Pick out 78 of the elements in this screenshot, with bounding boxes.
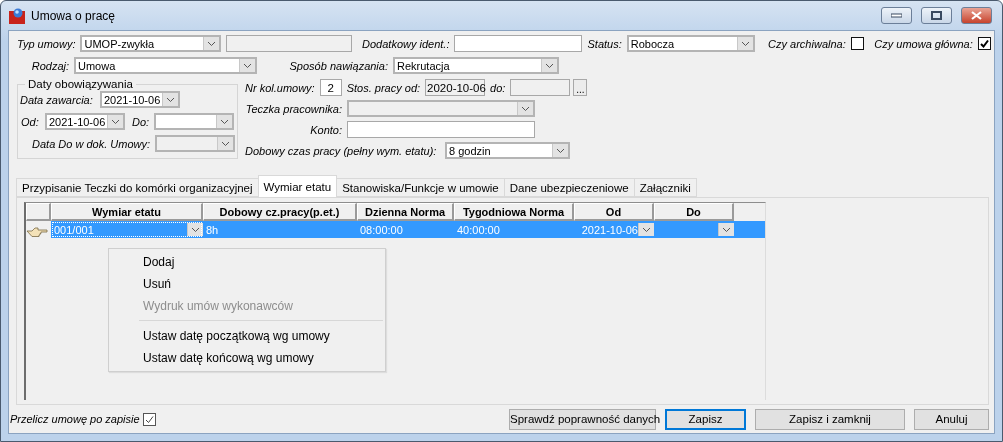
field-label: Nr kol.umowy: — [245, 81, 315, 94]
action-button[interactable]: Zapisz — [665, 408, 746, 430]
field-label: Data Do w dok. Umowy: — [31, 137, 150, 150]
column-header[interactable]: Tygodniowa Norma — [454, 203, 574, 221]
number-field[interactable]: 2 — [319, 79, 342, 96]
close-icon — [971, 11, 982, 20]
chevron-down-icon — [736, 37, 753, 50]
chevron-down-icon — [216, 115, 232, 128]
dropdown-field[interactable]: 8 godzin — [445, 142, 570, 159]
column-header[interactable]: Do — [654, 203, 734, 221]
field-label: Rodzaj: — [30, 59, 69, 72]
chevron-down-icon — [638, 223, 654, 236]
tab[interactable]: Załączniki — [633, 178, 697, 197]
menu-item[interactable]: Dodaj — [109, 251, 385, 273]
field-label: Status: — [587, 37, 622, 50]
tab[interactable]: Przypisanie Teczki do komórki organizacyjnej — [16, 178, 259, 197]
field-label: Do: — [132, 115, 150, 128]
dropdown-field[interactable] — [154, 113, 234, 130]
text-field[interactable] — [454, 35, 583, 52]
field-label: Data zawarcia: — [20, 93, 94, 106]
dropdown-field[interactable]: Robocza — [626, 35, 755, 52]
dropdown-field[interactable]: Umowa — [74, 57, 257, 74]
action-button[interactable]: Zapisz i zamknij — [755, 408, 905, 430]
table-cell-text: 40:00:00 — [456, 222, 501, 238]
group-title: Daty obowiązywania — [27, 78, 134, 90]
window-title: Umowa o pracę — [31, 8, 117, 23]
minimize-button[interactable] — [881, 7, 912, 24]
maximize-icon — [931, 11, 942, 20]
table-cell-text: 8h — [205, 222, 220, 238]
field-label: Konto: — [309, 123, 342, 136]
field-label: Teczka pracownika: — [245, 102, 342, 115]
minimize-icon — [891, 13, 902, 18]
field-label: Czy umowa główna: — [873, 37, 973, 50]
tab[interactable]: Dane ubezpieczeniowe — [503, 178, 635, 197]
dropdown-field[interactable]: UMOP-zwykła — [80, 35, 222, 52]
browse-button[interactable]: ... — [573, 79, 588, 96]
menu-item[interactable]: Ustaw datę początkową wg umowy — [109, 325, 385, 347]
dropdown-field[interactable]: 2021-10-06 — [45, 113, 125, 130]
column-header[interactable]: Dobowy cz.pracy(p.et.) — [203, 203, 357, 221]
action-button[interactable]: Anuluj — [914, 408, 989, 430]
chevron-down-icon — [107, 115, 123, 128]
dropdown-field[interactable]: Rekrutacja — [393, 57, 559, 74]
chevron-down-icon — [203, 37, 220, 50]
chevron-down-icon — [517, 102, 533, 115]
close-button[interactable] — [961, 7, 992, 24]
menu-item[interactable]: Usuń — [109, 273, 385, 295]
chevron-down-icon — [239, 59, 255, 72]
field-label: Dobowy czas pracy (pełny wym. etatu): — [245, 144, 438, 157]
field-label: Dodatkowy ident.: — [361, 37, 450, 50]
maximize-button[interactable] — [921, 7, 952, 24]
chevron-down-icon — [541, 59, 557, 72]
table-cell-text: 08:00:00 — [359, 222, 404, 238]
chevron-down-icon — [552, 144, 568, 157]
field-label: do: — [490, 81, 506, 94]
pointing-hand-icon — [26, 226, 48, 238]
field-label: Od: — [21, 115, 40, 128]
tab[interactable]: Stanowiska/Funkcje w umowie — [336, 178, 505, 197]
tab[interactable]: Wymiar etatu — [257, 175, 338, 197]
app-icon — [9, 7, 25, 24]
field-label: Stos. pracy od: — [346, 81, 421, 94]
chevron-down-icon — [187, 223, 203, 236]
dropdown-field[interactable]: 2021-10-06 — [100, 91, 180, 108]
field-label: Sposób nawiązania: — [288, 59, 388, 72]
checkbox[interactable] — [142, 412, 156, 426]
menu-item[interactable]: Ustaw datę końcową wg umowy — [109, 347, 385, 369]
column-header[interactable]: Dzienna Norma — [357, 203, 454, 221]
text-field[interactable] — [347, 121, 535, 138]
row-header-corner — [26, 203, 51, 221]
field-label: Typ umowy: — [17, 37, 76, 50]
column-header[interactable]: Wymiar etatu — [51, 203, 203, 221]
checkbox[interactable] — [977, 37, 991, 50]
checkbox[interactable] — [850, 37, 864, 50]
chevron-down-icon — [718, 223, 734, 236]
column-header[interactable]: Od — [574, 203, 654, 221]
chevron-down-icon — [162, 93, 178, 106]
field-label: Przelicz umowę po zapisie — [10, 413, 140, 425]
field-label: Czy archiwalna: — [767, 37, 846, 50]
chevron-down-icon — [217, 137, 233, 150]
